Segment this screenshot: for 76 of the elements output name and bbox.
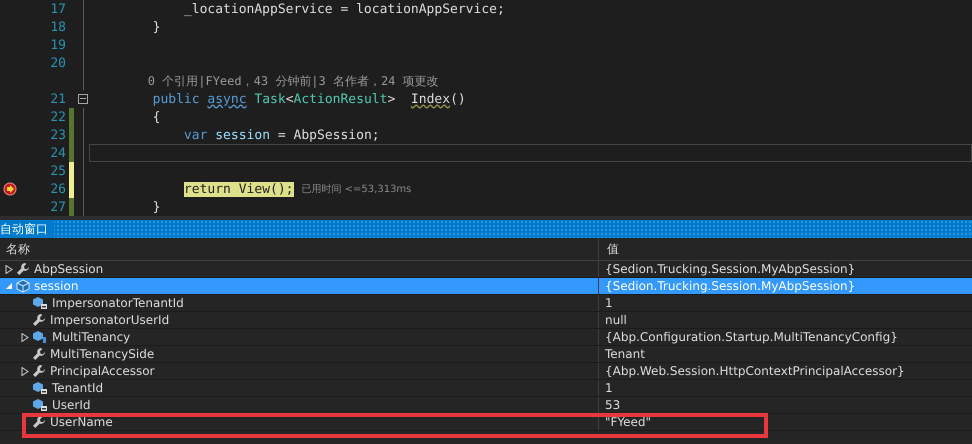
variable-name: PrincipalAccessor (50, 364, 154, 378)
cube-lock-icon (32, 398, 48, 412)
variable-value: {Sedion.Trucking.Session.MyAbpSession} (598, 261, 972, 277)
cube-icon (16, 279, 30, 293)
variable-name: ImpersonatorTenantId (52, 296, 184, 310)
line-number: 27 (49, 200, 66, 214)
variable-name: MultiTenancy (52, 330, 130, 344)
wrench-icon (32, 415, 46, 429)
code-token: } (152, 200, 160, 214)
variable-name: AbpSession (34, 262, 104, 276)
code-token: Task (253, 92, 286, 106)
cube-lock-icon (32, 381, 48, 395)
variable-name: session (34, 279, 78, 293)
variable-name: UserId (52, 398, 91, 412)
line-number: 17 (49, 2, 66, 16)
variable-value: {Abp.Configuration.Startup.MultiTenancyConfig} (598, 329, 972, 345)
wrench-icon (32, 364, 46, 378)
code-token: ActionResult (294, 92, 388, 106)
watch-row[interactable]: ImpersonatorUserId null (0, 312, 972, 329)
code-token: < (286, 92, 294, 106)
code-token: = AbpSession; (276, 128, 380, 142)
expand-arrow-icon[interactable] (21, 366, 29, 376)
watch-row[interactable]: UserId 53 (0, 397, 972, 414)
line-number: 20 (49, 56, 66, 70)
collapse-icon[interactable] (78, 94, 88, 104)
wrench-icon (16, 262, 30, 276)
variable-value: 1 (598, 380, 972, 396)
watch-row[interactable]: ImpersonatorTenantId 1 (0, 295, 972, 312)
watch-row[interactable]: PrincipalAccessor {Abp.Web.Session.HttpContextPrincipalAccessor} (0, 363, 972, 380)
code-token: Index (410, 92, 450, 106)
variable-name: UserName (50, 415, 113, 429)
wrench-icon (32, 313, 46, 327)
expand-arrow-icon[interactable] (5, 264, 13, 274)
variable-value: 53 (598, 397, 972, 413)
line-number: 24 (49, 146, 66, 160)
code-token: () (450, 92, 466, 106)
wrench-icon (32, 347, 46, 361)
watch-row[interactable]: AbpSession {Sedion.Trucking.Session.MyAbpSession} (0, 261, 972, 278)
variable-value: {Abp.Web.Session.HttpContextPrincipalAccessor} (598, 363, 972, 379)
watch-row[interactable]: MultiTenancy {Abp.Configuration.Startup.MultiTenancyConfig} (0, 329, 972, 346)
cube-lock-icon (32, 296, 48, 310)
panel-title: 自动窗口 (0, 220, 54, 238)
variable-value: "FYeed" (598, 414, 972, 430)
column-header[interactable]: 值 (598, 238, 972, 260)
line-number: 26 (49, 182, 66, 196)
line-number: 21 (49, 92, 66, 106)
current-statement: return View(); (184, 182, 294, 196)
line-number: 18 (49, 20, 66, 34)
code-lens[interactable]: 0 个引用|FYeed，43 分钟前|3 名作者，24 项更改 (90, 72, 439, 90)
line-number: 22 (49, 110, 66, 124)
variable-name: MultiTenancySide (50, 347, 154, 361)
column-header[interactable]: 名称 (0, 240, 598, 258)
line-number: 23 (49, 128, 66, 142)
code-token: public (152, 92, 201, 106)
cube-badge-icon (32, 330, 48, 344)
code-token: } (152, 20, 160, 34)
variable-value: Tenant (598, 346, 972, 362)
code-token: > (387, 92, 396, 106)
code-token: { (152, 110, 160, 124)
code-token: _locationAppService = locationAppService; (182, 2, 505, 16)
line-number: 19 (49, 38, 66, 52)
variable-value: {Sedion.Trucking.Session.MyAbpSession} (598, 278, 972, 294)
line-number: 25 (49, 164, 66, 178)
watch-row[interactable]: TenantId 1 (0, 380, 972, 397)
variable-name: ImpersonatorUserId (50, 313, 170, 327)
variable-value: 1 (598, 295, 972, 311)
breakpoint-icon[interactable] (3, 182, 17, 196)
code-token: async (207, 92, 247, 106)
expand-arrow-icon[interactable] (21, 332, 29, 342)
variable-name: TenantId (52, 381, 104, 395)
code-token: var (182, 128, 208, 142)
code-token: session (214, 128, 270, 142)
watch-row[interactable]: MultiTenancySide Tenant (0, 346, 972, 363)
variable-value: null (598, 312, 972, 328)
perf-tip: 已用时间 <=53,313ms (302, 182, 412, 196)
collapse-arrow-icon[interactable] (5, 282, 13, 290)
